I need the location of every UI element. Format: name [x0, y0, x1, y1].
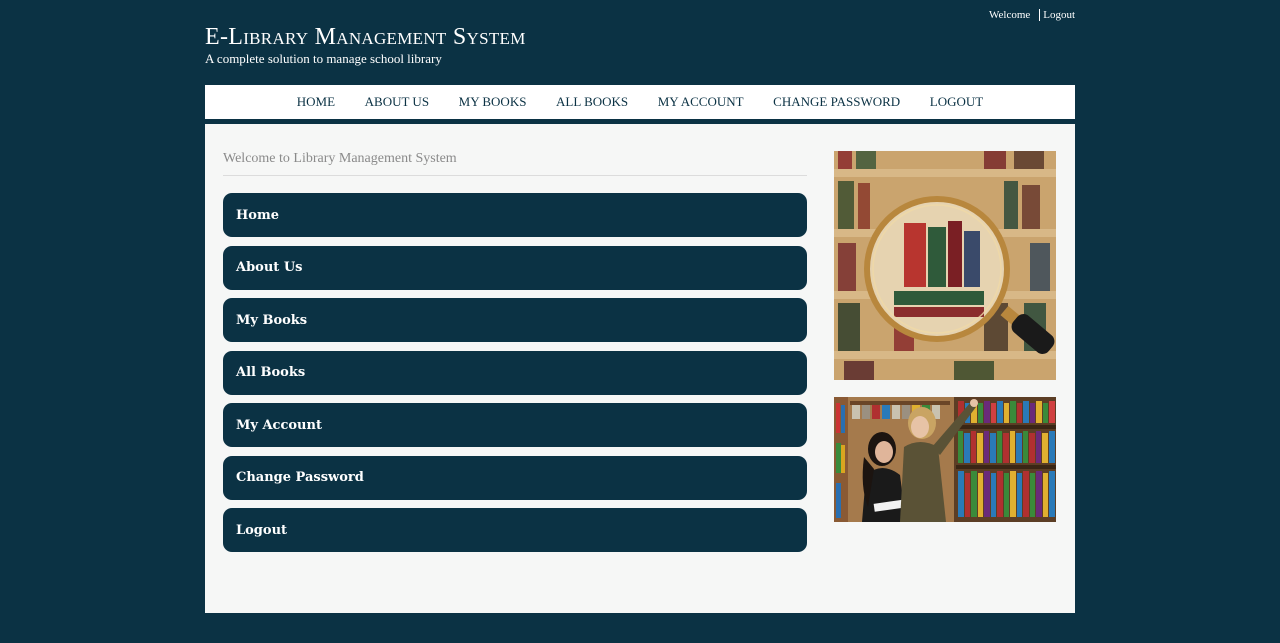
menu-button-about-us[interactable]: About Us	[223, 245, 807, 290]
side-menu: Home About Us My Books All Books My Acco…	[223, 193, 807, 561]
divider	[223, 175, 807, 176]
site-title: E-Library Management System	[205, 24, 526, 50]
content-panel: Welcome to Library Management System Hom…	[205, 124, 1075, 613]
nav-about-us[interactable]: ABOUT US	[350, 94, 444, 110]
menu-button-home[interactable]: Home	[223, 193, 807, 237]
students-library-image	[834, 397, 1056, 522]
top-links: Welcome Logout	[989, 9, 1075, 21]
bookshelf-magnifier-image	[834, 151, 1056, 380]
menu-button-change-password[interactable]: Change Password	[223, 455, 807, 500]
nav-my-books[interactable]: MY BOOKS	[444, 94, 541, 110]
welcome-heading: Welcome to Library Management System	[223, 151, 457, 166]
menu-button-all-books[interactable]: All Books	[223, 350, 807, 395]
menu-button-logout[interactable]: Logout	[223, 508, 807, 552]
nav-my-account[interactable]: MY ACCOUNT	[643, 94, 758, 110]
menu-button-my-account[interactable]: My Account	[223, 403, 807, 447]
site-subtitle: A complete solution to manage school lib…	[205, 51, 442, 66]
nav-home[interactable]: HOME	[282, 94, 350, 110]
nav-logout[interactable]: LOGOUT	[915, 94, 998, 110]
main-navbar: HOME ABOUT US MY BOOKS ALL BOOKS MY ACCO…	[205, 85, 1075, 119]
nav-all-books[interactable]: ALL BOOKS	[541, 94, 643, 110]
nav-change-password[interactable]: CHANGE PASSWORD	[758, 94, 915, 110]
welcome-link[interactable]: Welcome	[989, 9, 1030, 21]
menu-button-my-books[interactable]: My Books	[223, 298, 807, 342]
logout-link[interactable]: Logout	[1039, 9, 1075, 21]
